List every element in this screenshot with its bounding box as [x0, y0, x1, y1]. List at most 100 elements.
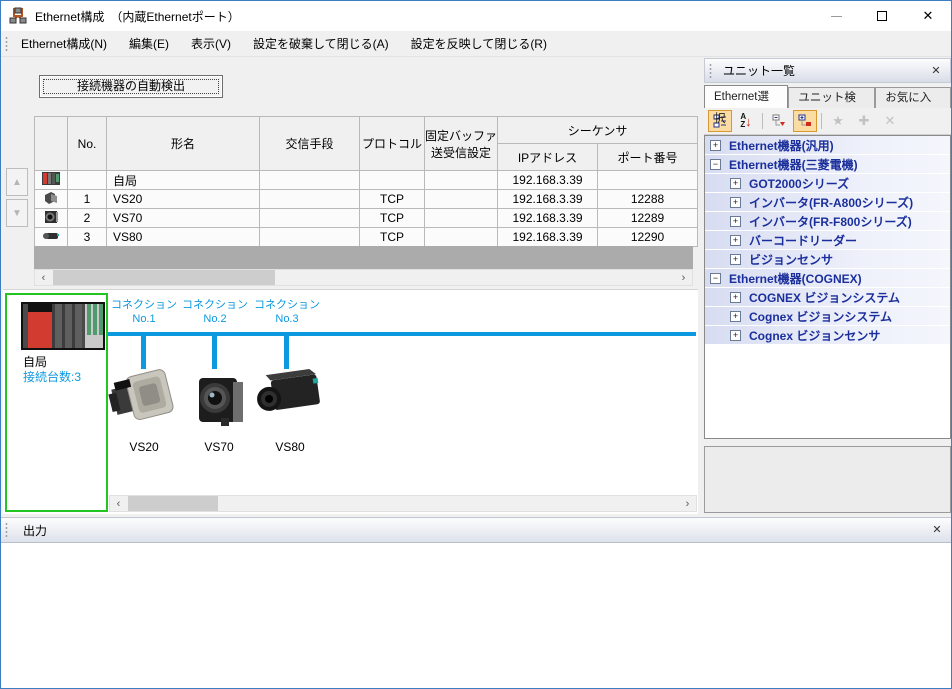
- cell-model[interactable]: VS20: [107, 190, 260, 209]
- tree-item-ethernet-mitsubishi[interactable]: − Ethernet機器(三菱電機): [705, 155, 950, 174]
- table-hscrollbar[interactable]: ‹ ›: [34, 269, 693, 286]
- scroll-right-icon[interactable]: ›: [679, 496, 696, 511]
- output-close-button[interactable]: ✕: [929, 522, 945, 538]
- table-row-vs20[interactable]: 1 VS20 TCP 192.168.3.39 12288: [35, 190, 698, 209]
- cell-port[interactable]: 12290: [598, 228, 698, 247]
- delete-button[interactable]: ✕: [878, 110, 902, 132]
- scroll-right-icon[interactable]: ›: [675, 270, 692, 285]
- expand-icon[interactable]: +: [730, 330, 741, 341]
- output-grip: [5, 522, 9, 538]
- host-station-box[interactable]: 自局 接続台数:3: [5, 293, 108, 512]
- tree-item-ethernet-generic[interactable]: + Ethernet機器(汎用): [705, 136, 950, 155]
- cell-protocol: [360, 171, 425, 190]
- cell-protocol[interactable]: TCP: [360, 190, 425, 209]
- menu-grip: [5, 36, 9, 52]
- menu-discard-close[interactable]: 設定を破棄して閉じる(A): [243, 33, 399, 55]
- diagram-hscroll-thumb[interactable]: [128, 496, 218, 511]
- close-button[interactable]: ✕: [905, 1, 951, 31]
- plc-module: [72, 304, 82, 348]
- close-icon: ✕: [923, 8, 934, 24]
- cell-port[interactable]: 12289: [598, 209, 698, 228]
- tree-item-cognex-vision-system-upper[interactable]: + COGNEX ビジョンシステム: [705, 288, 950, 307]
- tree-label: Ethernet機器(COGNEX): [729, 270, 862, 287]
- table-row-vs80[interactable]: 3 VS80 TCP 192.168.3.39 12290: [35, 228, 698, 247]
- tree-item-barcode-reader[interactable]: + バーコードリーダー: [705, 231, 950, 250]
- table-hscroll-thumb[interactable]: [53, 270, 275, 285]
- row-up-button[interactable]: ▲: [6, 168, 28, 196]
- table-row-vs70[interactable]: 2 VS70 TCP 192.168.3.39 12289: [35, 209, 698, 228]
- cell-ip[interactable]: 192.168.3.39: [498, 190, 598, 209]
- row-down-button[interactable]: ▼: [6, 199, 28, 227]
- maximize-button[interactable]: [859, 1, 905, 31]
- scroll-left-icon[interactable]: ‹: [35, 270, 52, 285]
- col-icon-header: [35, 117, 68, 171]
- window-title: Ethernet構成 （内蔵Ethernetポート）: [35, 8, 240, 25]
- scroll-left-icon[interactable]: ‹: [110, 496, 127, 511]
- vs70-camera-image[interactable]: [191, 372, 247, 430]
- cell-model[interactable]: 自局: [107, 171, 260, 190]
- expand-icon[interactable]: +: [730, 254, 741, 265]
- vs20-label: VS20: [108, 440, 180, 454]
- device-table: No. 形名 交信手段 プロトコル 固定バッファ 送受信設定 シーケンサ IPア…: [34, 116, 698, 247]
- expand-all-button[interactable]: [793, 110, 817, 132]
- tree-label: Cognex ビジョンセンサ: [749, 327, 880, 344]
- tree-label: COGNEX ビジョンシステム: [749, 289, 900, 306]
- vs80-camera-image[interactable]: [251, 368, 329, 426]
- expand-icon[interactable]: +: [730, 292, 741, 303]
- tab-ethernet-select[interactable]: Ethernet選択: [704, 85, 788, 108]
- tree-label: Cognex ビジョンシステム: [749, 308, 892, 325]
- up-arrow-icon: ▲: [12, 177, 22, 188]
- cell-port[interactable]: 12288: [598, 190, 698, 209]
- toolbar-separator: [821, 113, 822, 129]
- add-favorite-button[interactable]: ✚: [852, 110, 876, 132]
- vs70-label: VS70: [191, 440, 247, 454]
- col-port-header: ポート番号: [598, 144, 698, 171]
- expand-icon[interactable]: +: [730, 197, 741, 208]
- tree-item-ethernet-cognex[interactable]: − Ethernet機器(COGNEX): [705, 269, 950, 288]
- tree-item-got2000[interactable]: + GOT2000シリーズ: [705, 174, 950, 193]
- collapse-all-button[interactable]: [767, 110, 791, 132]
- cell-ip[interactable]: 192.168.3.39: [498, 228, 598, 247]
- expand-icon[interactable]: +: [730, 216, 741, 227]
- tree-item-cognex-vision-sensor[interactable]: + Cognex ビジョンセンサ: [705, 326, 950, 345]
- tab-unit-search[interactable]: ユニット検索: [788, 87, 875, 108]
- connection-drop-2: [212, 336, 217, 369]
- cell-model[interactable]: VS70: [107, 209, 260, 228]
- tab-favorites[interactable]: お気に入り: [875, 87, 951, 108]
- plc-module: [62, 304, 72, 348]
- expand-icon[interactable]: +: [730, 178, 741, 189]
- expand-icon[interactable]: +: [710, 140, 721, 151]
- cell-fixed: [425, 228, 498, 247]
- col-model-header: 形名: [107, 117, 260, 171]
- menu-apply-close[interactable]: 設定を反映して閉じる(R): [401, 33, 557, 55]
- sort-az-button[interactable]: AZ ↓: [734, 110, 758, 132]
- expand-icon[interactable]: +: [730, 235, 741, 246]
- cell-model[interactable]: VS80: [107, 228, 260, 247]
- plc-cpu-module: [28, 304, 52, 348]
- diagram-hscrollbar[interactable]: ‹ ›: [109, 495, 697, 512]
- table-row-host[interactable]: 自局 192.168.3.39: [35, 171, 698, 190]
- collapse-icon[interactable]: −: [710, 159, 721, 170]
- vs20-camera-image[interactable]: [108, 362, 180, 432]
- tree-item-inverter-frf800[interactable]: + インバータ(FR-F800シリーズ): [705, 212, 950, 231]
- favorite-star-button[interactable]: ★: [826, 110, 850, 132]
- cell-no[interactable]: 3: [68, 228, 107, 247]
- expand-icon[interactable]: +: [730, 311, 741, 322]
- cell-no[interactable]: 1: [68, 190, 107, 209]
- collapse-icon[interactable]: −: [710, 273, 721, 284]
- unit-list-close-button[interactable]: ✕: [928, 63, 944, 79]
- cell-protocol[interactable]: TCP: [360, 228, 425, 247]
- menu-ethernet-config[interactable]: Ethernet構成(N): [11, 33, 117, 55]
- cell-protocol[interactable]: TCP: [360, 209, 425, 228]
- cell-no[interactable]: 2: [68, 209, 107, 228]
- cell-no-selected[interactable]: [68, 171, 107, 190]
- menu-edit[interactable]: 編集(E): [119, 33, 179, 55]
- auto-detect-button[interactable]: 接続機器の自動検出: [39, 75, 223, 98]
- minimize-button[interactable]: [813, 1, 859, 31]
- tree-item-inverter-fra800[interactable]: + インバータ(FR-A800シリーズ): [705, 193, 950, 212]
- tree-item-vision-sensor[interactable]: + ビジョンセンサ: [705, 250, 950, 269]
- cell-ip[interactable]: 192.168.3.39: [498, 171, 598, 190]
- tree-item-cognex-vision-system[interactable]: + Cognex ビジョンシステム: [705, 307, 950, 326]
- menu-view[interactable]: 表示(V): [181, 33, 241, 55]
- cell-ip[interactable]: 192.168.3.39: [498, 209, 598, 228]
